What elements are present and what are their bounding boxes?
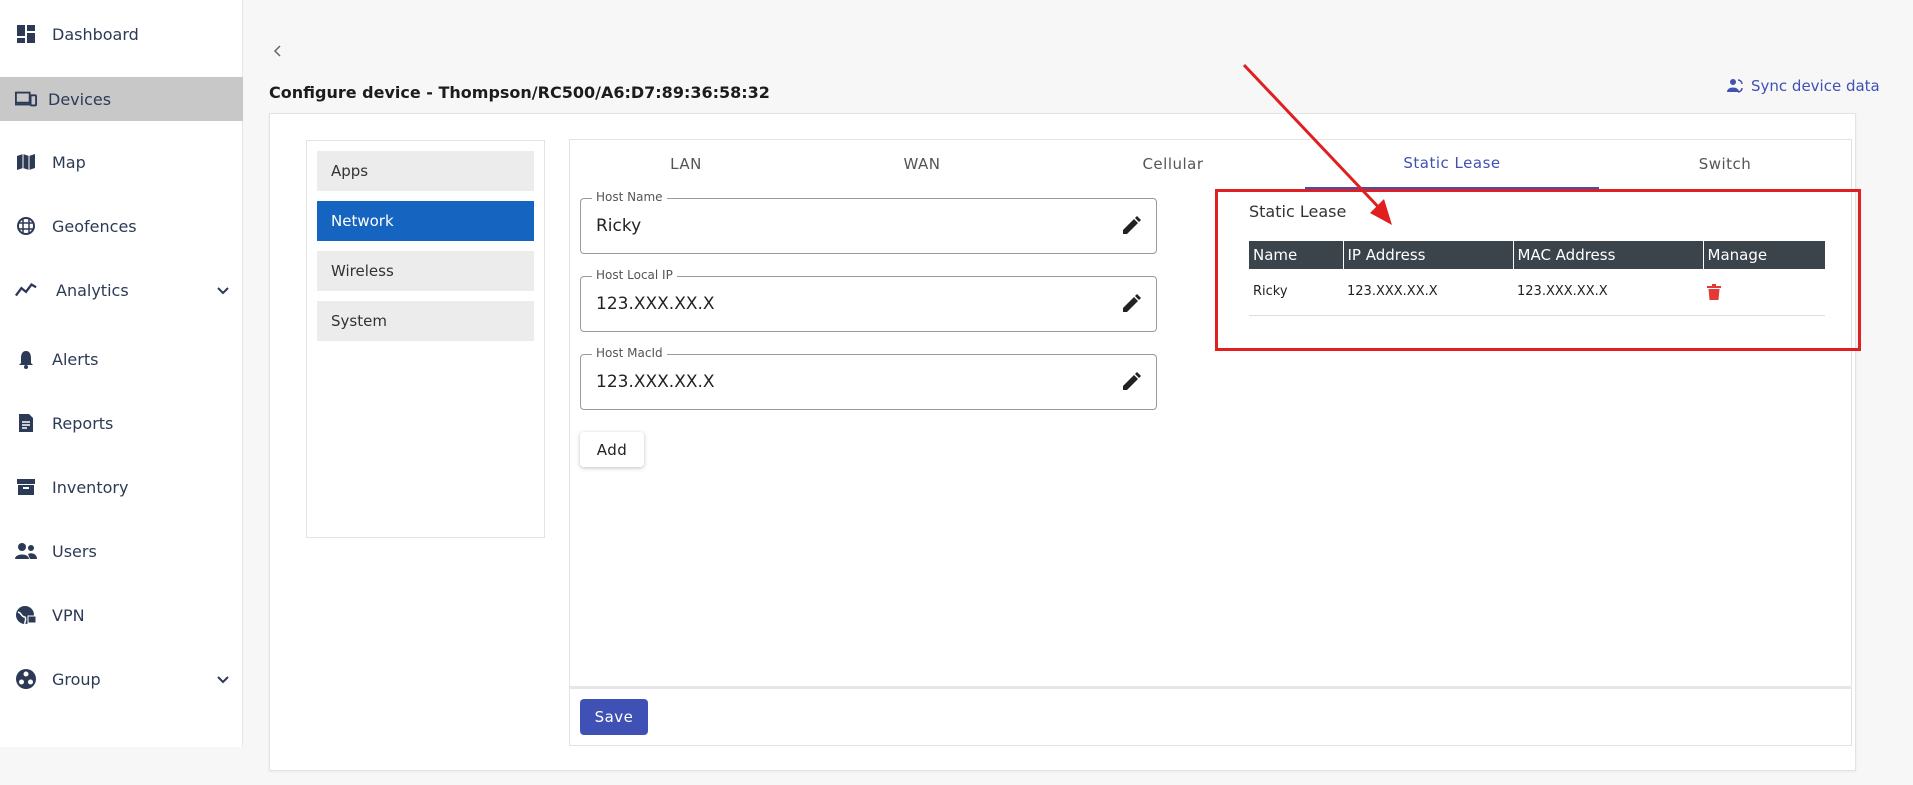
sidebar-item-users[interactable]: Users [0,529,243,573]
sidebar-item-label: Alerts [52,349,99,369]
page-title: Configure device - Thompson/RC500/A6:D7:… [269,83,770,102]
sidebar-item-label: Map [52,152,86,172]
vpn-icon [15,604,37,626]
config-menu: Apps Network Wireless System [306,140,545,538]
host-name-field: Host Name [580,190,1157,254]
menu-item-wireless[interactable]: Wireless [317,251,534,291]
sidebar-item-label: Inventory [52,477,129,497]
sidebar-item-analytics[interactable]: Analytics [0,268,243,312]
report-icon [15,412,37,434]
add-button[interactable]: Add [580,432,644,467]
host-local-ip-input[interactable] [596,291,1096,317]
group-icon [15,668,37,690]
sidebar-item-dashboard[interactable]: Dashboard [0,12,243,56]
sidebar-item-reports[interactable]: Reports [0,401,243,445]
row-name: Ricky [1249,269,1343,316]
table-row: Ricky 123.XXX.XX.X 123.XXX.XX.X [1249,269,1825,316]
tab-wan[interactable]: WAN [847,139,997,189]
host-name-input[interactable] [596,213,1096,239]
sidebar-item-label: Group [52,669,101,689]
sidebar-item-vpn[interactable]: VPN [0,593,243,637]
pencil-icon[interactable] [1121,294,1143,316]
bell-icon [15,348,37,370]
column-header-mac: MAC Address [1513,241,1704,269]
host-local-ip-label: Host Local IP [592,268,677,282]
menu-item-network[interactable]: Network [317,201,534,241]
table-header-row: Name IP Address MAC Address Manage [1249,241,1825,269]
chevron-left-icon [273,45,281,57]
host-macid-field: Host MacId [580,346,1157,410]
sidebar-item-alerts[interactable]: Alerts [0,337,243,381]
sync-device-data-button[interactable]: Sync device data [1727,77,1880,95]
sidebar-item-geofences[interactable]: Geofences [0,204,243,248]
geofence-icon [15,215,37,237]
analytics-icon [15,279,37,301]
sidebar-item-map[interactable]: Map [0,140,243,184]
sidebar-item-label: Geofences [52,216,137,236]
sidebar-item-label: Dashboard [52,24,139,44]
sidebar-item-label: Devices [48,89,112,109]
chevron-down-icon [214,281,232,299]
dashboard-icon [15,23,37,45]
sidebar-item-devices[interactable]: Devices [0,77,243,121]
host-name-label: Host Name [592,190,667,204]
row-ip: 123.XXX.XX.X [1343,269,1513,316]
row-manage [1703,269,1825,316]
chevron-down-icon [214,670,232,688]
sidebar-item-label: Reports [52,413,114,433]
sync-label: Sync device data [1751,77,1880,95]
static-lease-table: Name IP Address MAC Address Manage Ricky… [1249,241,1825,316]
host-macid-input[interactable] [596,369,1096,395]
host-local-ip-field: Host Local IP [580,268,1157,332]
menu-item-apps[interactable]: Apps [317,151,534,191]
tab-static-lease[interactable]: Static Lease [1305,139,1599,189]
save-button[interactable]: Save [580,699,648,735]
devices-icon [15,88,37,110]
inventory-icon [15,476,37,498]
tab-switch[interactable]: Switch [1650,139,1800,189]
pencil-icon[interactable] [1121,372,1143,394]
column-header-manage: Manage [1703,241,1825,269]
row-mac: 123.XXX.XX.X [1513,269,1703,316]
map-icon [15,151,37,173]
sidebar: Dashboard Devices Map Geofences Analytic… [0,0,243,747]
sidebar-item-inventory[interactable]: Inventory [0,465,243,509]
footer-divider [570,686,1851,689]
column-header-name: Name [1249,241,1344,269]
static-lease-title: Static Lease [1249,202,1347,221]
sidebar-item-label: Users [52,541,97,561]
sidebar-item-label: VPN [52,605,85,625]
sidebar-item-label: Analytics [56,280,129,300]
pencil-icon[interactable] [1121,216,1143,238]
sidebar-item-group[interactable]: Group [0,657,243,701]
menu-item-system[interactable]: System [317,301,534,341]
trash-icon[interactable] [1707,283,1721,300]
users-icon [15,540,37,562]
column-header-ip: IP Address [1343,241,1514,269]
tab-cellular[interactable]: Cellular [1098,139,1248,189]
tab-lan[interactable]: LAN [611,139,761,189]
back-button[interactable] [271,42,285,60]
sync-user-icon [1727,79,1743,93]
host-macid-label: Host MacId [592,346,667,360]
